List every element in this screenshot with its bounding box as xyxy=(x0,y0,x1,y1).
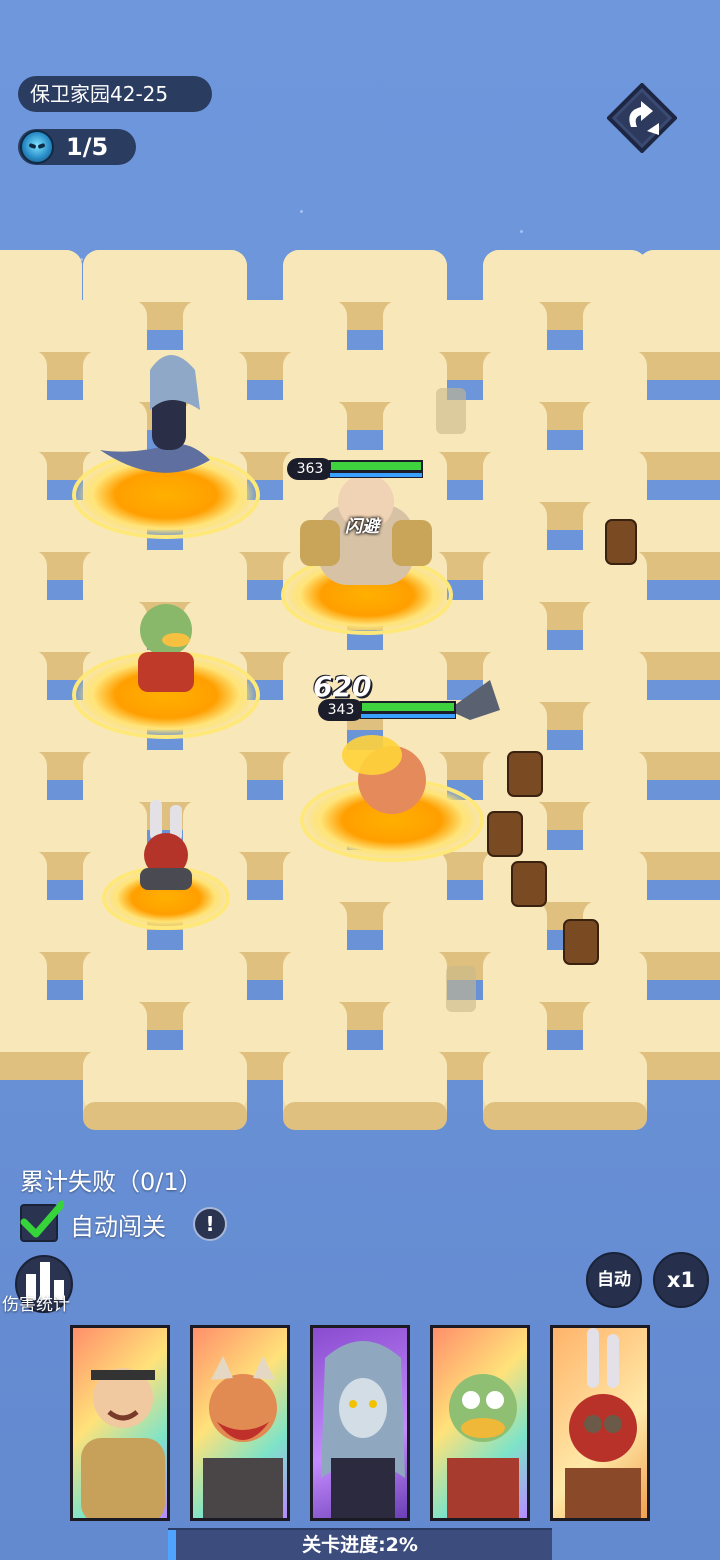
hero1-health-bar: 363 xyxy=(287,458,423,480)
demon-head-icon xyxy=(20,130,54,164)
hero-card-bar xyxy=(70,1325,652,1521)
stage-label: 保卫家园42-25 xyxy=(18,76,212,112)
hero2-hp-value: 343 xyxy=(318,699,364,721)
hero1-hp-value: 363 xyxy=(287,458,333,480)
naga-portrait-icon xyxy=(321,1341,405,1518)
hero-card-naga[interactable] xyxy=(310,1325,410,1521)
speed-button[interactable]: x1 xyxy=(653,1252,709,1308)
auto-battle-button[interactable]: 自动 xyxy=(586,1252,642,1308)
rabbit-portrait-icon xyxy=(565,1328,641,1518)
hero-card-boar-warrior[interactable] xyxy=(70,1325,170,1521)
hero-card-duck[interactable] xyxy=(430,1325,530,1521)
info-icon[interactable]: ! xyxy=(193,1207,227,1241)
hero-card-rabbit[interactable] xyxy=(550,1325,650,1521)
red-bull-portrait-icon xyxy=(203,1356,283,1518)
checkmark-icon xyxy=(20,1200,64,1238)
duck-portrait-icon xyxy=(447,1374,519,1518)
hero-card-red-bull[interactable] xyxy=(190,1325,290,1521)
exit-arrow-icon[interactable] xyxy=(607,83,677,153)
stage-progress-bar: 关卡进度:2% xyxy=(168,1528,552,1560)
dodge-status: 闪避 xyxy=(345,517,379,537)
boar-warrior-portrait-icon xyxy=(81,1368,165,1518)
hero2-health-bar: 343 xyxy=(318,699,456,721)
auto-challenge-checkbox[interactable] xyxy=(20,1200,64,1242)
auto-challenge-label: 自动闯关 xyxy=(70,1213,166,1241)
stage-progress-label: 关卡进度:2% xyxy=(302,1534,418,1556)
damage-stats-label[interactable]: 伤害统计 xyxy=(2,1290,70,1315)
fail-counter: 累计失败（0/1） xyxy=(20,1168,203,1196)
